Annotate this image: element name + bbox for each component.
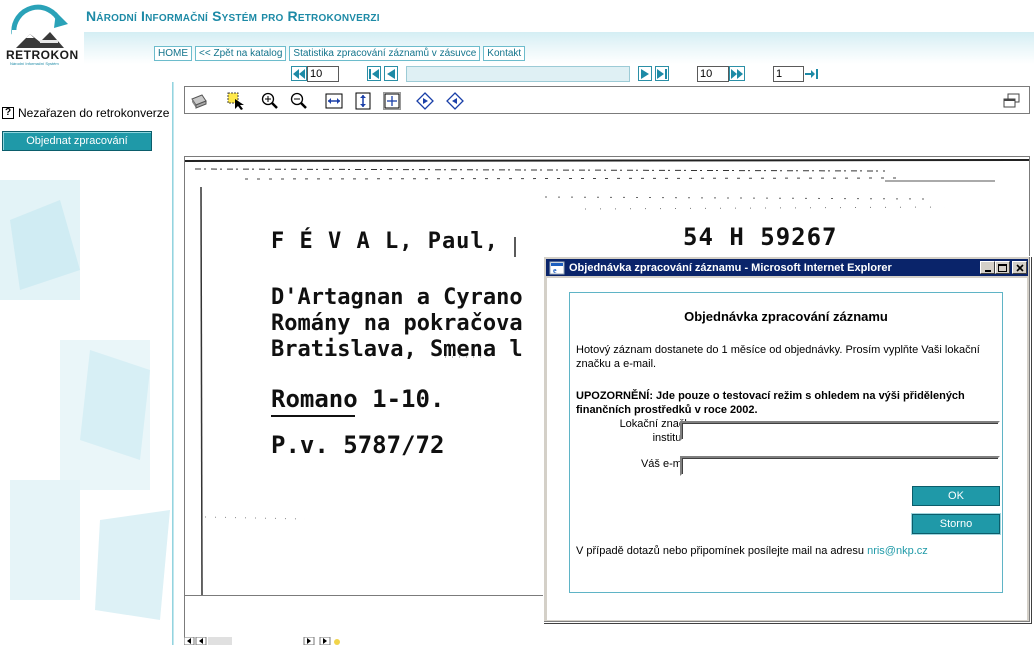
cancel-button[interactable]: Storno	[912, 514, 1000, 534]
restore-window-icon	[1003, 93, 1020, 108]
decorative-background	[0, 180, 170, 620]
fit-height-icon	[355, 92, 371, 110]
fit-height-button[interactable]	[354, 92, 372, 110]
print-button[interactable]	[189, 92, 207, 110]
minimize-icon	[984, 269, 991, 272]
card-subtitle: Romány na pokračova	[271, 311, 523, 336]
question-icon: ?	[2, 107, 14, 119]
logo-text: RETROKON	[6, 48, 79, 62]
first-page-button[interactable]	[367, 66, 381, 81]
last-page-button[interactable]	[655, 66, 669, 81]
retrokon-logo[interactable]: RETROKON Národní Informační Systém	[4, 4, 79, 66]
status-text: Nezařazen do retrokonverze	[18, 106, 170, 120]
contact-email-link[interactable]: nris@nkp.cz	[867, 545, 928, 557]
last-page-icon	[657, 68, 667, 79]
dialog-intro-text: Hotový záznam dostanete do 1 měsíce od o…	[576, 344, 980, 370]
card-series: Romano 1-10.	[271, 385, 445, 413]
left-arrow-icon	[387, 68, 395, 79]
logo-subtitle: Národní Informační Systém	[10, 61, 59, 66]
back-count-input[interactable]	[307, 66, 339, 82]
dialog-heading: Objednávka zpracování záznamu	[684, 309, 888, 324]
order-dialog-window: e Objednávka zpracování záznamu - Micros…	[543, 256, 1031, 623]
card-publisher: Bratislava, Smena l	[271, 337, 523, 362]
top-nav: HOME << Zpět na katalog Statistika zprac…	[154, 46, 526, 61]
card-title: D'Artagnan a Cyrano	[271, 285, 523, 310]
left-panel: ? Nezařazen do retrokonverze Objednat zp…	[0, 100, 174, 645]
go-arrow-icon	[805, 69, 818, 79]
print-icon	[191, 94, 207, 109]
rotate-left-icon	[446, 92, 464, 110]
nav-contact-link[interactable]: Kontakt	[483, 46, 526, 61]
nav-statistics-link[interactable]: Statistika zpracování záznamů v zásuvce	[289, 46, 481, 61]
close-button[interactable]	[1012, 261, 1027, 274]
dialog-title: Objednávka zpracování záznamu - Microsof…	[569, 261, 892, 274]
forward-count-input[interactable]	[697, 66, 729, 82]
select-icon	[227, 92, 244, 110]
order-form-panel: Objednávka zpracování záznamu Hotový záz…	[569, 292, 1003, 593]
rotate-left-button[interactable]	[446, 92, 464, 110]
ok-button[interactable]: OK	[912, 486, 1000, 506]
maximize-button[interactable]	[995, 261, 1010, 274]
dialog-footer-text: V případě dotazů nebo připomínek posílej…	[576, 545, 865, 557]
card-signature: 54 H 59267	[683, 223, 838, 251]
card-shelfmark: P.v. 5787/72	[271, 431, 445, 459]
restore-window-button[interactable]	[1003, 92, 1021, 110]
zoom-out-button[interactable]	[290, 92, 308, 110]
next-page-button[interactable]	[638, 66, 652, 81]
zoom-in-button[interactable]	[261, 92, 279, 110]
double-right-arrow-icon	[731, 68, 743, 79]
email-input[interactable]	[680, 456, 1000, 476]
double-left-arrow-icon	[293, 68, 305, 79]
site-title: Národní Informační Systém pro Retrokonve…	[86, 8, 380, 24]
order-processing-button[interactable]: Objednat zpracování	[2, 131, 152, 151]
close-icon	[1015, 263, 1024, 272]
scrollbar-arrows	[184, 637, 340, 645]
go-to-page-button[interactable]	[805, 67, 819, 81]
page-slider[interactable]	[406, 66, 630, 82]
dialog-titlebar[interactable]: e Objednávka zpracování záznamu - Micros…	[546, 259, 1028, 276]
right-arrow-icon	[641, 68, 649, 79]
zoom-out-icon	[290, 92, 307, 109]
fit-page-icon	[384, 93, 400, 109]
page-number-input[interactable]	[773, 66, 804, 82]
status-row: ? Nezařazen do retrokonverze	[2, 106, 169, 120]
card-series-underline	[271, 415, 355, 417]
location-code-input[interactable]	[680, 421, 1000, 441]
viewer-toolbar	[184, 86, 1030, 114]
zoom-in-icon	[261, 92, 278, 109]
forward-multiple-button[interactable]	[729, 66, 745, 81]
horizontal-scrollbar[interactable]	[184, 637, 344, 645]
svg-text:e: e	[553, 266, 557, 275]
dialog-body: Objednávka zpracování záznamu Hotový záz…	[547, 278, 1027, 620]
rotate-right-icon	[416, 92, 434, 110]
minimize-button[interactable]	[980, 261, 995, 274]
dialog-warning-text: UPOZORNĚNÍ: Jde pouze o testovací režim …	[576, 390, 965, 416]
maximize-icon	[998, 263, 1007, 272]
nav-back-to-catalog-link[interactable]: << Zpět na katalog	[195, 46, 287, 61]
back-multiple-button[interactable]	[291, 66, 307, 81]
previous-page-button[interactable]	[384, 66, 398, 81]
fit-width-button[interactable]	[325, 92, 343, 110]
first-page-icon	[369, 68, 379, 79]
nav-home-link[interactable]: HOME	[154, 46, 192, 61]
select-button[interactable]	[227, 92, 245, 110]
card-author: F É V A L, Paul,	[271, 229, 499, 254]
rotate-right-button[interactable]	[416, 92, 434, 110]
dialog-footer: V případě dotazů nebo připomínek posílej…	[576, 545, 928, 557]
fit-width-icon	[325, 93, 343, 109]
internet-explorer-icon: e	[549, 261, 565, 275]
fit-page-button[interactable]	[383, 92, 401, 110]
